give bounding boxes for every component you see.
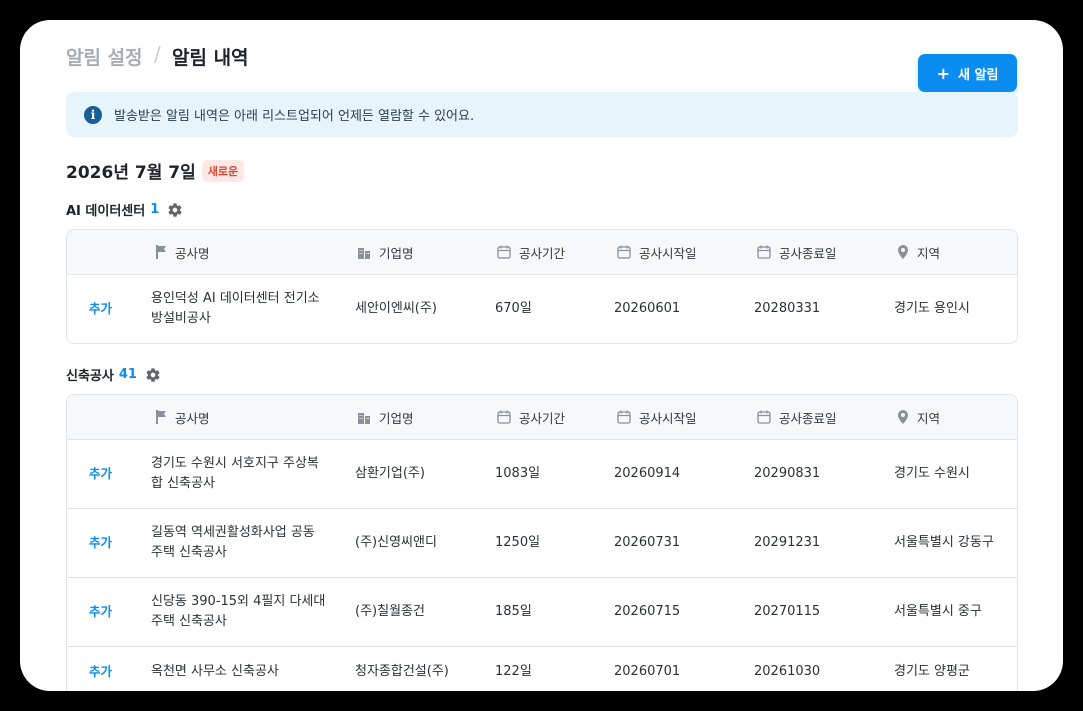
- column-region: 지역: [897, 395, 940, 439]
- calendar-icon: [497, 245, 511, 259]
- location-pin-icon: [898, 245, 908, 259]
- project-name: 경기도 수원시 서호지구 주상복합 신축공사: [151, 456, 319, 491]
- breadcrumb-separator: /: [154, 42, 161, 66]
- table-row: 추가 길동역 역세권활성화사업 공동주택 신축공사 (주)신영씨앤디 1250일…: [67, 509, 1017, 578]
- calendar-icon: [617, 410, 631, 424]
- period: 122일: [495, 664, 532, 679]
- flag-icon: [156, 410, 166, 424]
- period: 1250일: [495, 535, 541, 550]
- column-period: 공사기간: [497, 395, 565, 439]
- end-date: 20280331: [754, 301, 821, 316]
- section-count: 1: [150, 202, 160, 217]
- add-button[interactable]: 추가: [89, 578, 112, 646]
- building-icon: [358, 248, 370, 259]
- project-name: 길동역 역세권활성화사업 공동주택 신축공사: [151, 525, 315, 560]
- end-date: 20290831: [754, 466, 821, 481]
- alert-table-new-construction: 공사명 기업명 공사기간 공사시작일 공사종료일 지역 추가 경기도 수원시 서…: [66, 394, 1018, 691]
- section-label: AI 데이터센터: [66, 204, 146, 219]
- section-label: 신축공사: [66, 369, 114, 384]
- project-name: 신당동 390-15외 4필지 다세대주택 신축공사: [151, 594, 326, 629]
- end-date: 20261030: [754, 664, 821, 679]
- column-name: 공사명: [155, 395, 210, 439]
- calendar-icon: [757, 410, 771, 424]
- page-header: 알림 설정 / 알림 내역 + 새 알림: [66, 40, 1017, 92]
- table-row: 추가 신당동 390-15외 4필지 다세대주택 신축공사 (주)칠월종건 18…: [67, 578, 1017, 647]
- app-window: 알림 설정 / 알림 내역 + 새 알림 i 발송받은 알림 내역은 아래 리스…: [20, 20, 1063, 691]
- column-company: 기업명: [357, 395, 414, 439]
- column-end: 공사종료일: [757, 395, 837, 439]
- new-alert-button[interactable]: + 새 알림: [918, 54, 1017, 92]
- column-start: 공사시작일: [617, 230, 697, 274]
- add-button[interactable]: 추가: [89, 647, 112, 691]
- breadcrumb-parent[interactable]: 알림 설정: [66, 43, 143, 70]
- column-start: 공사시작일: [617, 395, 697, 439]
- table-row: 추가 옥천면 사무소 신축공사 청자종합건설(주) 122일 20260701 …: [67, 647, 1017, 691]
- new-alert-label: 새 알림: [958, 67, 999, 83]
- region: 서울특별시 중구: [894, 604, 982, 619]
- date-group-header: 2026년 7월 7일 새로운: [66, 158, 245, 183]
- start-date: 20260715: [614, 604, 681, 619]
- gear-icon[interactable]: [167, 202, 183, 218]
- gear-icon[interactable]: [145, 367, 161, 383]
- plus-icon: +: [936, 63, 950, 83]
- end-date: 20270115: [754, 604, 821, 619]
- period: 185일: [495, 604, 532, 619]
- region: 경기도 용인시: [894, 301, 970, 316]
- info-icon: i: [84, 105, 102, 124]
- end-date: 20291231: [754, 535, 821, 550]
- section-count: 41: [118, 367, 137, 382]
- location-pin-icon: [898, 410, 908, 424]
- period: 670일: [495, 301, 532, 316]
- start-date: 20260731: [614, 535, 681, 550]
- column-region: 지역: [897, 230, 940, 274]
- page-title: 알림 내역: [172, 47, 249, 69]
- flag-icon: [156, 245, 166, 259]
- calendar-icon: [617, 245, 631, 259]
- calendar-icon: [497, 410, 511, 424]
- column-period: 공사기간: [497, 230, 565, 274]
- column-end: 공사종료일: [757, 230, 837, 274]
- info-banner: i 발송받은 알림 내역은 아래 리스트업되어 언제든 열람할 수 있어요.: [66, 92, 1018, 137]
- start-date: 20260914: [614, 466, 681, 481]
- company-name: (주)칠월종건: [355, 604, 425, 619]
- section-title-new-construction: 신축공사 41: [66, 365, 161, 384]
- add-button[interactable]: 추가: [89, 440, 112, 508]
- company-name: 청자종합건설(주): [355, 664, 449, 679]
- table-header: 공사명 기업명 공사기간 공사시작일 공사종료일 지역: [67, 395, 1017, 440]
- info-text: 발송받은 알림 내역은 아래 리스트업되어 언제든 열람할 수 있어요.: [114, 109, 475, 124]
- column-name: 공사명: [155, 230, 210, 274]
- table-header: 공사명 기업명 공사기간 공사시작일 공사종료일 지역: [67, 230, 1017, 275]
- region: 경기도 수원시: [894, 466, 970, 481]
- date-heading: 2026년 7월 7일: [66, 163, 196, 183]
- project-name: 용인덕성 AI 데이터센터 전기소방설비공사: [151, 291, 320, 326]
- project-name: 옥천면 사무소 신축공사: [151, 664, 279, 679]
- add-button[interactable]: 추가: [89, 509, 112, 577]
- start-date: 20260701: [614, 664, 681, 679]
- region: 서울특별시 강동구: [894, 535, 994, 550]
- region: 경기도 양평군: [894, 664, 970, 679]
- company-name: 삼환기업(주): [355, 466, 425, 481]
- company-name: 세안이엔씨(주): [355, 301, 437, 316]
- calendar-icon: [757, 245, 771, 259]
- start-date: 20260601: [614, 301, 681, 316]
- company-name: (주)신영씨앤디: [355, 535, 437, 550]
- table-row: 추가 경기도 수원시 서호지구 주상복합 신축공사 삼환기업(주) 1083일 …: [67, 440, 1017, 509]
- building-icon: [358, 413, 370, 424]
- period: 1083일: [495, 466, 541, 481]
- add-button[interactable]: 추가: [89, 275, 112, 343]
- column-company: 기업명: [357, 230, 414, 274]
- new-badge: 새로운: [201, 159, 245, 182]
- section-title-ai-datacenter: AI 데이터센터 1: [66, 200, 183, 219]
- table-row: 추가 용인덕성 AI 데이터센터 전기소방설비공사 세안이엔씨(주) 670일 …: [67, 275, 1017, 343]
- alert-table-ai-datacenter: 공사명 기업명 공사기간 공사시작일 공사종료일 지역 추가 용인덕성 AI 데…: [66, 229, 1018, 344]
